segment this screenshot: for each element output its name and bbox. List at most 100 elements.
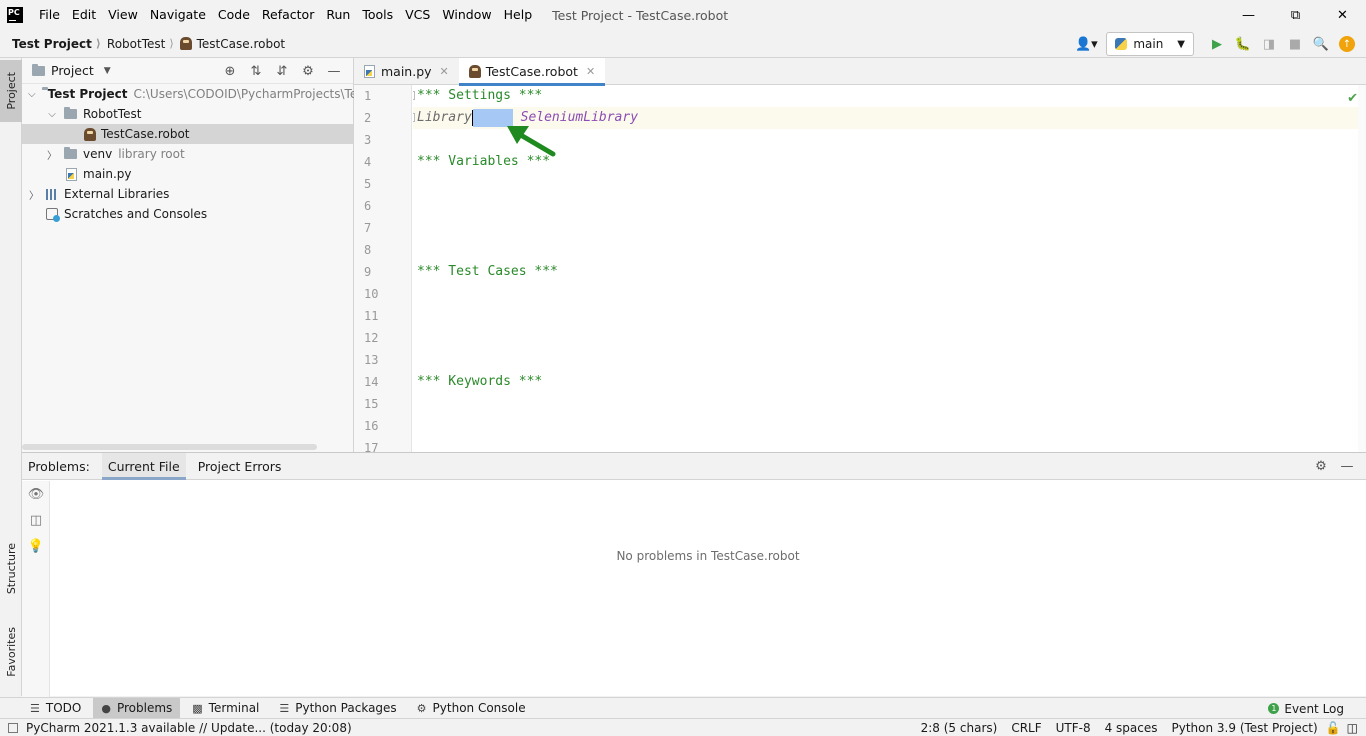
code-line[interactable] xyxy=(413,217,1366,239)
tab-testcase-robot[interactable]: TestCase.robot ✕ xyxy=(458,58,606,86)
tree-item-venv[interactable]: 〉 venv library root xyxy=(22,144,353,164)
status-toggle-icon[interactable] xyxy=(8,722,18,733)
breadcrumb-file[interactable]: TestCase.robot xyxy=(179,37,285,51)
chevron-right-icon: ⟩ xyxy=(95,37,101,50)
horizontal-scrollbar[interactable] xyxy=(22,444,317,450)
vertical-scrollbar[interactable] xyxy=(1358,85,1366,452)
code-line[interactable] xyxy=(413,349,1366,371)
code-line[interactable]: *** Settings *** xyxy=(413,85,1366,107)
coverage-icon[interactable]: ◨ xyxy=(1256,32,1282,56)
caret-position[interactable]: 2:8 (5 chars) xyxy=(921,721,998,735)
line-number: 4 xyxy=(364,155,372,169)
status-message[interactable]: PyCharm 2021.1.3 available // Update... … xyxy=(8,721,352,735)
hide-panel-icon[interactable]: — xyxy=(1334,459,1360,474)
chevron-right-icon: 〉 xyxy=(47,150,57,162)
tab-main-py[interactable]: main.py ✕ xyxy=(354,58,459,85)
problems-tool-button[interactable]: ● Problems xyxy=(93,697,181,719)
notifications-icon[interactable]: ◫ xyxy=(1347,721,1358,735)
restore-icon[interactable]: ⧉ xyxy=(1272,0,1319,30)
packages-icon: ☰ xyxy=(279,701,290,715)
python-console-tool-button[interactable]: ⚙ Python Console xyxy=(409,698,534,719)
menu-window[interactable]: Window xyxy=(436,0,497,30)
tree-item-robottest[interactable]: ⌵ RobotTest xyxy=(22,104,353,124)
fold-marker-icon[interactable] xyxy=(413,113,415,122)
close-tab-icon[interactable]: ✕ xyxy=(440,65,449,78)
editor-area: main.py ✕ TestCase.robot ✕ 1 2 3 4 5 6 7… xyxy=(354,58,1366,455)
menu-navigate[interactable]: Navigate xyxy=(144,0,212,30)
run-configuration-selector[interactable]: main ▼ xyxy=(1106,32,1194,56)
no-errors-check-icon[interactable]: ✔ xyxy=(1347,91,1358,106)
robot-file-icon xyxy=(468,65,481,78)
line-separator[interactable]: CRLF xyxy=(1011,721,1041,735)
breadcrumb-folder[interactable]: RobotTest ⟩ xyxy=(107,37,174,51)
update-icon[interactable]: ↑ xyxy=(1334,32,1360,56)
menu-edit[interactable]: Edit xyxy=(66,0,102,30)
close-tab-icon[interactable]: ✕ xyxy=(586,65,595,78)
tree-item-scratches[interactable]: Scratches and Consoles xyxy=(22,204,353,224)
debug-icon[interactable]: 🐛 xyxy=(1230,32,1256,56)
tab-current-file[interactable]: Current File xyxy=(101,452,186,480)
indent-setting[interactable]: 4 spaces xyxy=(1105,721,1158,735)
python-interpreter[interactable]: Python 3.9 (Test Project) xyxy=(1172,721,1318,735)
tree-item-root[interactable]: ⌵ Test Project C:\Users\CODOID\PycharmPr… xyxy=(22,84,368,104)
lock-icon[interactable]: 🔓 xyxy=(1326,721,1341,735)
code-line[interactable] xyxy=(413,283,1366,305)
python-packages-tool-button[interactable]: ☰ Python Packages xyxy=(271,698,404,719)
lightbulb-icon[interactable]: 💡 xyxy=(22,533,50,559)
gear-icon[interactable]: ⚙ xyxy=(295,64,321,79)
menu-help[interactable]: Help xyxy=(498,0,539,30)
menu-file[interactable]: File xyxy=(33,0,66,30)
code-line[interactable] xyxy=(413,195,1366,217)
eye-icon[interactable]: 👁 xyxy=(22,481,50,507)
menu-view[interactable]: View xyxy=(102,0,144,30)
menu-run[interactable]: Run xyxy=(320,0,356,30)
event-log-button[interactable]: 1 Event Log xyxy=(1268,698,1344,719)
menu-refactor[interactable]: Refactor xyxy=(256,0,320,30)
tree-item-external-libraries[interactable]: 〉 External Libraries xyxy=(22,184,353,204)
breadcrumb-project[interactable]: Test Project ⟩ xyxy=(12,37,101,51)
structure-tool-tab[interactable]: Structure xyxy=(0,534,22,604)
close-icon[interactable]: ✕ xyxy=(1319,0,1366,30)
file-encoding[interactable]: UTF-8 xyxy=(1056,721,1091,735)
robot-file-icon xyxy=(179,37,192,50)
preview-icon[interactable]: ◫ xyxy=(22,507,50,533)
locate-file-icon[interactable]: ⊕ xyxy=(217,64,243,79)
code-line[interactable] xyxy=(413,305,1366,327)
library-icon xyxy=(46,188,58,200)
terminal-tool-button[interactable]: ▩ Terminal xyxy=(184,698,267,719)
menu-vcs[interactable]: VCS xyxy=(399,0,436,30)
tree-item-testcase[interactable]: TestCase.robot xyxy=(22,124,353,144)
tab-project-errors[interactable]: Project Errors xyxy=(192,453,288,480)
minimize-icon[interactable]: — xyxy=(1225,0,1272,30)
favorites-tool-tab[interactable]: Favorites xyxy=(0,618,22,686)
line-number: 12 xyxy=(364,331,379,345)
code-line[interactable] xyxy=(413,327,1366,349)
collapse-all-icon[interactable]: ⇵ xyxy=(269,64,295,79)
search-icon[interactable]: 🔍 xyxy=(1308,32,1334,56)
tree-item-mainpy[interactable]: main.py xyxy=(22,164,353,184)
window-controls: — ⧉ ✕ xyxy=(1225,0,1366,30)
project-panel: Project ▼ ⊕ ⇅ ⇵ ⚙ — ⌵ Test Project C:\Us… xyxy=(22,58,368,452)
folder-icon xyxy=(32,63,45,76)
menu-code[interactable]: Code xyxy=(212,0,256,30)
menu-tools[interactable]: Tools xyxy=(356,0,399,30)
project-view-selector[interactable]: Project ▼ xyxy=(32,63,111,78)
hide-panel-icon[interactable]: — xyxy=(321,64,347,79)
annotation-arrow-icon xyxy=(507,126,556,157)
line-number: 3 xyxy=(364,133,372,147)
line-number: 16 xyxy=(364,419,379,433)
python-file-icon xyxy=(66,167,77,181)
user-account-icon[interactable]: 👤▾ xyxy=(1066,32,1106,56)
terminal-icon: ▩ xyxy=(192,701,203,715)
code-line[interactable]: *** Keywords *** xyxy=(413,371,1366,393)
fold-marker-icon[interactable] xyxy=(413,91,415,100)
code-line[interactable]: *** Test Cases *** xyxy=(413,261,1366,283)
todo-tool-button[interactable]: ☰ TODO xyxy=(22,698,89,719)
code-line[interactable] xyxy=(413,239,1366,261)
gear-icon[interactable]: ⚙ xyxy=(1308,459,1334,474)
stop-icon[interactable]: ■ xyxy=(1282,32,1308,56)
run-icon[interactable]: ▶ xyxy=(1204,32,1230,56)
expand-all-icon[interactable]: ⇅ xyxy=(243,64,269,79)
project-tool-tab[interactable]: Project xyxy=(0,60,22,122)
code-line[interactable] xyxy=(413,173,1366,195)
